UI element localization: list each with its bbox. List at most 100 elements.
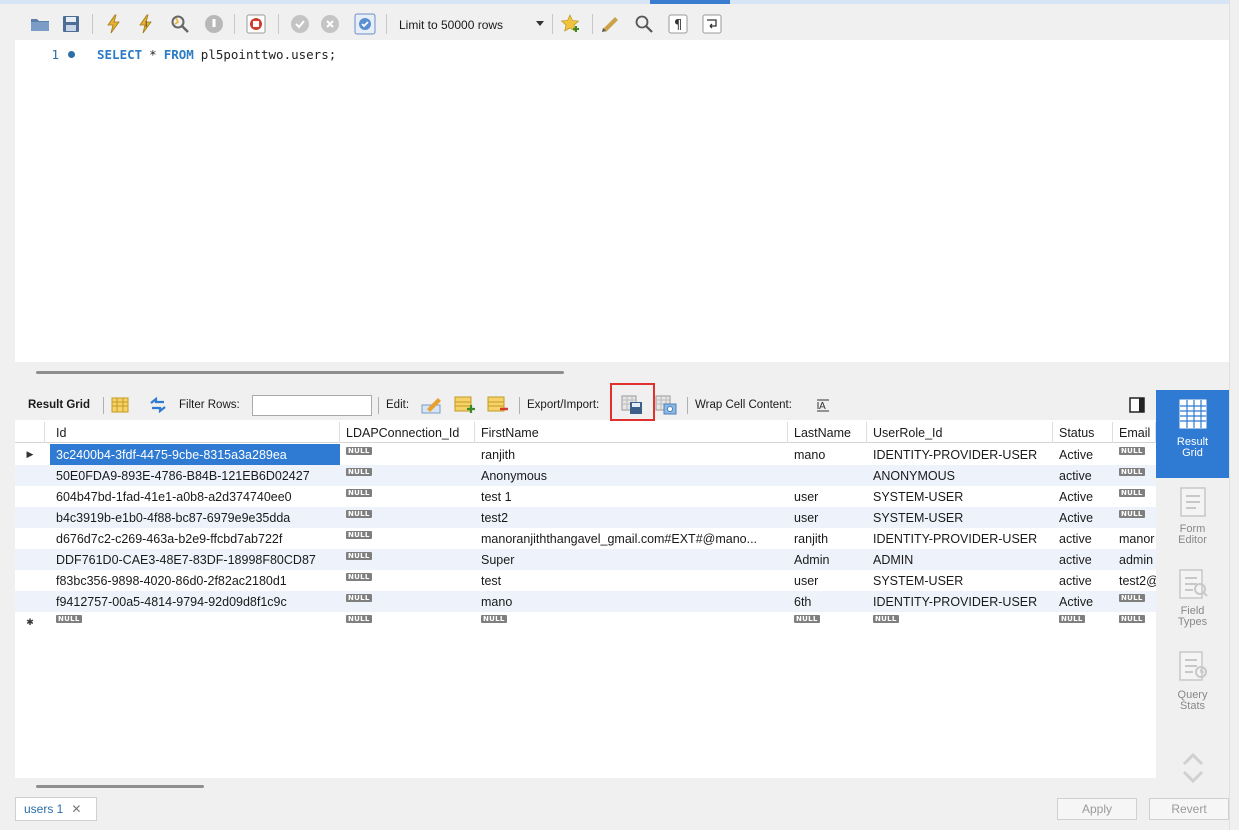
save-icon[interactable] (62, 12, 80, 36)
sql-editor[interactable]: 1 SELECT * FROM pl5pointtwo.users; (15, 40, 1229, 362)
grid-cell-email[interactable]: NULL (1113, 444, 1156, 465)
limit-rows-select[interactable]: Limit to 50000 rows (394, 14, 550, 36)
grid-cell-status[interactable]: Active (1053, 591, 1113, 612)
grid-cell-last[interactable]: user (788, 570, 867, 591)
grid-cell-ldap[interactable]: NULL (340, 507, 475, 528)
grid-cell-last[interactable]: Admin (788, 549, 867, 570)
grid-cell-first[interactable]: Anonymous (475, 465, 788, 486)
grid-cell-status[interactable]: active (1053, 528, 1113, 549)
grid-cell-id[interactable]: b4c3919b-e1b0-4f88-bc87-6979e9e35dda (50, 507, 340, 528)
grid-cell-ldap[interactable]: NULL (340, 549, 475, 570)
grid-cell-role[interactable]: ANONYMOUS (867, 465, 1053, 486)
grid-cell-ldap[interactable]: NULL (340, 612, 475, 633)
grid-cell-ldap[interactable]: NULL (340, 465, 475, 486)
import-icon[interactable] (655, 395, 677, 415)
grid-cell-status[interactable]: active (1053, 570, 1113, 591)
execute-icon[interactable] (104, 12, 124, 36)
grid-cell-first[interactable]: NULL (475, 612, 788, 633)
side-query-stats[interactable]: Query Stats (1156, 646, 1229, 718)
grid-cell-role[interactable]: NULL (867, 612, 1053, 633)
grid-cell-ldap[interactable]: NULL (340, 486, 475, 507)
new-row[interactable]: ✱ NULL NULL NULL NULL NULL NULL NULL (15, 612, 1156, 633)
execute-current-icon[interactable]: I (136, 12, 156, 36)
wrap-icon[interactable] (702, 12, 722, 36)
commit-icon[interactable] (290, 12, 310, 36)
grid-cell-id[interactable]: NULL (50, 612, 340, 633)
column-header-email[interactable]: Email (1113, 422, 1156, 443)
open-folder-icon[interactable] (30, 12, 50, 36)
side-field-types[interactable]: Field Types (1156, 564, 1229, 634)
grid-cell-ldap[interactable]: NULL (340, 444, 475, 465)
grid-cell-role[interactable]: IDENTITY-PROVIDER-USER (867, 591, 1053, 612)
table-row[interactable]: DDF761D0-CAE3-48E7-83DF-18998F80CD87 NULL… (15, 549, 1156, 570)
autocommit-icon[interactable] (354, 12, 376, 36)
result-tab-users[interactable]: users 1 ✕ (15, 797, 97, 821)
grid-cell-id[interactable]: d676d7c2-c269-463a-b2e9-ffcbd7ab722f (50, 528, 340, 549)
invisible-chars-icon[interactable]: ¶ (668, 12, 688, 36)
column-header-id[interactable]: Id (50, 422, 340, 443)
grid-cell-id[interactable]: f83bc356-9898-4020-86d0-2f82ac2180d1 (50, 570, 340, 591)
close-icon[interactable]: ✕ (71, 802, 81, 816)
table-row[interactable]: f9412757-00a5-4814-9794-92d09d8f1c9c NULL… (15, 591, 1156, 612)
stop-icon[interactable] (204, 12, 224, 36)
grid-cell-ldap[interactable]: NULL (340, 591, 475, 612)
grid-cell-email[interactable]: admin (1113, 549, 1156, 570)
table-row[interactable]: ▶ 3c2400b4-3fdf-4475-9cbe-8315a3a289ea NUL… (15, 444, 1156, 465)
grid-cell-role[interactable]: IDENTITY-PROVIDER-USER (867, 528, 1053, 549)
grid-cell-last[interactable] (788, 465, 867, 486)
grid-cell-status[interactable]: NULL (1053, 612, 1113, 633)
result-grid-label[interactable]: Result Grid (28, 396, 90, 414)
grid-cell-id[interactable]: 3c2400b4-3fdf-4475-9cbe-8315a3a289ea (50, 444, 340, 465)
grid-cell-first[interactable]: test (475, 570, 788, 591)
grid-cell-role[interactable]: SYSTEM-USER (867, 570, 1053, 591)
grid-cell-status[interactable]: Active (1053, 507, 1113, 528)
toggle-error-icon[interactable] (246, 12, 266, 36)
grid-cell-email[interactable]: NULL (1113, 465, 1156, 486)
table-row[interactable]: 50E0FDA9-893E-4786-B84B-121EB6D02427 NULL… (15, 465, 1156, 486)
grid-cell-role[interactable]: SYSTEM-USER (867, 507, 1053, 528)
side-scroll-arrows[interactable] (1156, 750, 1229, 786)
column-header-lastname[interactable]: LastName (788, 422, 867, 443)
editor-horizontal-scrollbar[interactable] (36, 371, 564, 374)
grid-cell-ldap[interactable]: NULL (340, 570, 475, 591)
grid-cell-status[interactable]: active (1053, 465, 1113, 486)
refresh-icon[interactable] (148, 396, 168, 414)
grid-cell-first[interactable]: test2 (475, 507, 788, 528)
add-row-icon[interactable] (454, 396, 476, 414)
grid-cell-id[interactable]: 50E0FDA9-893E-4786-B84B-121EB6D02427 (50, 465, 340, 486)
grid-cell-email[interactable]: NULL (1113, 612, 1156, 633)
grid-cell-last[interactable]: user (788, 486, 867, 507)
filter-rows-input[interactable] (252, 395, 372, 416)
revert-button[interactable]: Revert (1149, 798, 1229, 820)
side-form-editor[interactable]: Form Editor (1156, 482, 1229, 552)
column-header-status[interactable]: Status (1053, 422, 1113, 443)
grid-cell-first[interactable]: test 1 (475, 486, 788, 507)
grid-cell-role[interactable]: ADMIN (867, 549, 1053, 570)
column-header-userrole[interactable]: UserRole_Id (867, 422, 1053, 443)
rollback-icon[interactable] (320, 12, 340, 36)
grid-cell-first[interactable]: mano (475, 591, 788, 612)
grid-cell-status[interactable]: active (1053, 549, 1113, 570)
grid-cell-last[interactable]: user (788, 507, 867, 528)
grid-cell-role[interactable]: SYSTEM-USER (867, 486, 1053, 507)
grid-cell-email[interactable]: NULL (1113, 486, 1156, 507)
grid-cell-id[interactable]: 604b47bd-1fad-41e1-a0b8-a2d374740ee0 (50, 486, 340, 507)
grid-cell-id[interactable]: f9412757-00a5-4814-9794-92d09d8f1c9c (50, 591, 340, 612)
toggle-panel-icon[interactable] (1129, 396, 1145, 414)
grid-cell-email[interactable]: manor (1113, 528, 1156, 549)
grid-cell-last[interactable]: mano (788, 444, 867, 465)
grid-cell-status[interactable]: Active (1053, 444, 1113, 465)
results-horizontal-scrollbar[interactable] (36, 785, 204, 788)
column-header-firstname[interactable]: FirstName (475, 422, 788, 443)
grid-cell-last[interactable]: 6th (788, 591, 867, 612)
delete-row-icon[interactable] (487, 396, 509, 414)
grid-layout-icon[interactable] (111, 396, 129, 414)
grid-cell-last[interactable]: NULL (788, 612, 867, 633)
table-row[interactable]: d676d7c2-c269-463a-b2e9-ffcbd7ab722f NULL… (15, 528, 1156, 549)
wrap-cell-icon[interactable]: A (815, 396, 831, 414)
grid-cell-ldap[interactable]: NULL (340, 528, 475, 549)
grid-cell-status[interactable]: Active (1053, 486, 1113, 507)
grid-cell-email[interactable]: NULL (1113, 507, 1156, 528)
grid-cell-email[interactable]: NULL (1113, 591, 1156, 612)
grid-cell-first[interactable]: Super (475, 549, 788, 570)
